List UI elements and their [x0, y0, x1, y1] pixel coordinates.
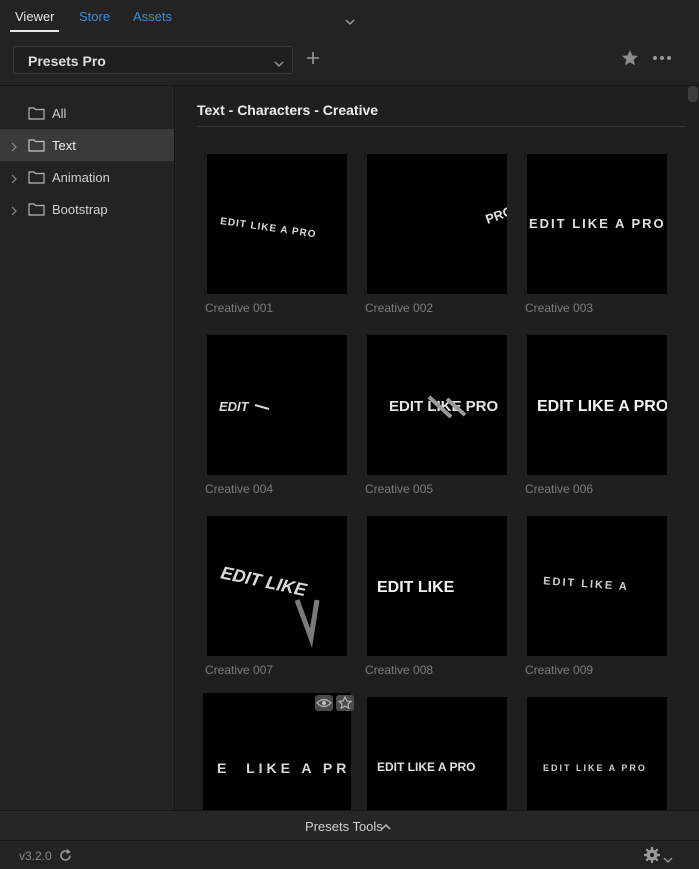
preview-text: EDIT LIKE [219, 562, 309, 600]
chevron-up-icon[interactable] [380, 820, 392, 830]
status-bar: v3.2.0 [0, 840, 699, 869]
refresh-icon[interactable] [58, 848, 73, 863]
star-icon[interactable] [620, 48, 640, 68]
preview-text: EDIT LIKE [377, 579, 455, 596]
preview-text: EDIT LIKE A PRO [543, 763, 647, 773]
sidebar-item-label: Text [52, 138, 76, 153]
star-outline-icon[interactable] [336, 695, 354, 711]
preset-thumbnail[interactable]: EDIT LIKE [367, 516, 507, 656]
sidebar-item-label: All [52, 106, 67, 121]
preset-grid-panel: Text - Characters - Creative EDIT LIKE A… [176, 86, 699, 810]
preview-text: EDIT LIKE A PRO [537, 398, 667, 415]
preview-text: EDIT LIKE A PRO [529, 216, 666, 231]
active-tab-indicator [10, 30, 59, 32]
folder-icon [28, 170, 45, 184]
sidebar-item-animation[interactable]: Animation [0, 161, 174, 193]
sidebar-item-bootstrap[interactable]: Bootstrap [0, 193, 174, 225]
preview-text: EDIT LIKE A [543, 575, 629, 593]
preset-card[interactable]: EDIT LIKE PRO Creative 005 [357, 335, 507, 505]
preset-thumbnail[interactable]: EDIT LIKE [207, 516, 347, 656]
preset-thumbnail[interactable]: EDIT LIKE A [527, 516, 667, 656]
preset-card[interactable]: EDIT Creative 004 [197, 335, 347, 505]
preview-text: PRO [483, 203, 507, 227]
preset-card-label: Creative 005 [365, 482, 434, 496]
preview-text: E LIKE A PRO O [217, 760, 351, 776]
preset-thumbnail[interactable]: EDIT LIKE PRO [367, 335, 507, 475]
chevron-right-icon[interactable] [10, 204, 18, 216]
section-divider [197, 126, 685, 127]
preview-text: EDIT LIKE A PRO [219, 216, 317, 240]
sidebar-item-label: Bootstrap [52, 202, 108, 217]
chevron-right-icon[interactable] [10, 172, 18, 184]
eye-icon[interactable] [315, 695, 333, 711]
preset-card[interactable]: EDIT LIKE A PRO Creative 006 [517, 335, 667, 505]
preset-card-label: Creative 003 [525, 301, 594, 315]
preset-card[interactable]: EDIT LIKE A PRO Creative 003 [517, 154, 667, 324]
tab-viewer[interactable]: Viewer [15, 9, 55, 24]
preset-thumbnail[interactable]: EDIT LIKE A PRO [527, 697, 667, 810]
folder-icon [28, 138, 45, 152]
preset-thumbnail[interactable]: EDIT LIKE A PRO [207, 154, 347, 294]
chevron-right-icon[interactable] [10, 140, 18, 152]
preset-thumbnail[interactable]: EDIT LIKE A PRO [527, 154, 667, 294]
version-label: v3.2.0 [19, 849, 52, 863]
sidebar-item-all[interactable]: All [0, 97, 174, 129]
preset-card-label: Creative 004 [205, 482, 274, 496]
preset-card-label: Creative 009 [525, 663, 594, 677]
preset-pack-value: Presets Pro [28, 53, 106, 69]
preset-pack-select[interactable]: Presets Pro [13, 46, 293, 74]
scrollbar-thumb[interactable] [688, 86, 698, 102]
section-title: Text - Characters - Creative [197, 102, 379, 118]
preset-thumbnail[interactable]: EDIT [207, 335, 347, 475]
preset-thumbnail[interactable]: PRO [367, 154, 507, 294]
preset-thumbnail[interactable]: EDIT LIKE A PRO [527, 335, 667, 475]
ellipsis-icon[interactable] [651, 50, 673, 66]
preset-card-label: Creative 006 [525, 482, 594, 496]
preset-card-label: Creative 001 [205, 301, 274, 315]
gear-icon[interactable] [643, 846, 661, 864]
preset-card-label: Creative 002 [365, 301, 434, 315]
preset-card[interactable]: E LIKE A PRO O [197, 693, 354, 810]
presets-tools-label: Presets Tools [305, 819, 383, 834]
top-tab-bar: Viewer Store Assets [0, 0, 699, 36]
tab-store[interactable]: Store [79, 9, 110, 24]
preset-card[interactable]: EDIT LIKE Creative 007 [197, 516, 347, 686]
preset-card[interactable]: EDIT LIKE A PRO [517, 697, 667, 810]
tab-assets[interactable]: Assets [133, 9, 172, 24]
preset-card[interactable]: EDIT LIKE Creative 008 [357, 516, 507, 686]
folder-icon [28, 106, 45, 120]
chevron-down-icon[interactable] [663, 852, 673, 863]
preset-card[interactable]: EDIT LIKE A PRO [357, 697, 507, 810]
preview-text: EDIT [219, 399, 250, 414]
chevron-down-icon [274, 56, 284, 67]
preset-card[interactable]: EDIT LIKE A PRO Creative 001 [197, 154, 347, 324]
chevron-down-icon[interactable] [344, 15, 356, 26]
preset-card-label: Creative 008 [365, 663, 434, 677]
presets-tools-toggle[interactable]: Presets Tools [0, 810, 699, 840]
plus-icon[interactable] [303, 48, 323, 68]
sidebar-item-label: Animation [52, 170, 110, 185]
preset-card-label: Creative 007 [205, 663, 274, 677]
preview-text: EDIT LIKE A PRO [377, 760, 475, 774]
preset-thumbnail[interactable]: EDIT LIKE A PRO [367, 697, 507, 810]
preset-card[interactable]: EDIT LIKE A Creative 009 [517, 516, 667, 686]
preset-card[interactable]: PRO Creative 002 [357, 154, 507, 324]
folder-icon [28, 202, 45, 216]
sidebar-item-text[interactable]: Text [0, 129, 174, 161]
category-sidebar: All Text Animation Bootstrap [0, 86, 175, 810]
